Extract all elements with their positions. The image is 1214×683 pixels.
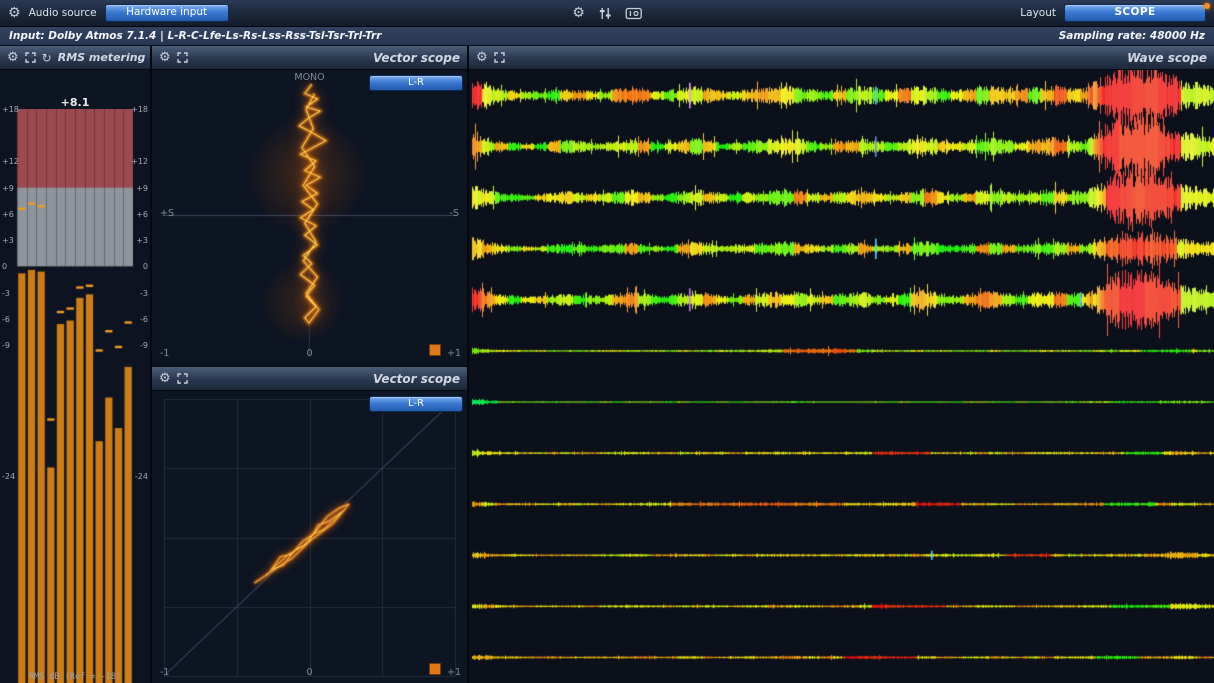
wave-scope-content [469, 70, 1214, 683]
hardware-input-button[interactable]: Hardware input [105, 4, 229, 22]
scale-zero: 0 [306, 667, 312, 678]
audio-source-label: Audio source [29, 7, 97, 19]
rms-scale-label: -6 [140, 315, 148, 324]
wave-scope-canvas [469, 70, 1214, 683]
rms-scale-label: +18 [2, 105, 19, 114]
rms-scale-label: +6 [136, 210, 148, 219]
clip-indicator[interactable] [429, 344, 441, 356]
sliders-icon[interactable] [597, 7, 613, 20]
vector-polar-title: Vector scope [373, 51, 460, 65]
scale-plus-one: +1 [447, 667, 461, 678]
vector-scope-polar-canvas [152, 70, 467, 366]
layout-button[interactable]: Layout [1020, 7, 1056, 19]
reset-icon[interactable]: ↻ [42, 51, 52, 65]
rms-max-value: +8.1 [18, 96, 132, 109]
rms-scale-label: +6 [2, 210, 14, 219]
fullscreen-icon[interactable] [177, 52, 188, 63]
polar-mode-button[interactable]: L-R [369, 75, 463, 91]
scale-zero: 0 [306, 348, 312, 359]
rms-scale-label: +18 [131, 105, 148, 114]
input-config-text: Input: Dolby Atmos 7.1.4 | L-R-C-Lfe-Ls-… [9, 30, 381, 42]
vector-scope-xy-panel: ⚙ Vector scope L-R -1 0 +1 [152, 367, 467, 683]
wave-settings-icon[interactable]: ⚙ [476, 51, 488, 65]
plus-s-label: +S [160, 208, 174, 219]
clip-indicator[interactable] [429, 663, 441, 675]
fullscreen-icon[interactable] [494, 52, 505, 63]
rms-scale-label: +9 [2, 184, 14, 193]
rms-panel-header: ⚙ ↻ RMS metering [0, 46, 150, 70]
rms-scale-label: -3 [2, 289, 10, 298]
rms-scale-label: +9 [136, 184, 148, 193]
rms-scale-label: +12 [131, 157, 148, 166]
wave-scope-header: ⚙ Wave scope [469, 46, 1214, 70]
vector-scope-xy-canvas [152, 391, 467, 683]
rms-scale-label: +3 [136, 236, 148, 245]
audio-source-settings-icon[interactable]: ⚙ [8, 6, 21, 20]
rms-footer-label: RMS dB (Ref = -18) [0, 672, 150, 682]
layout-group: Layout SCOPE [1020, 4, 1206, 22]
rms-panel-title: RMS metering [58, 51, 146, 64]
rms-scale-label: -6 [2, 315, 10, 324]
rms-scale-label: -9 [2, 341, 10, 350]
rms-settings-icon[interactable]: ⚙ [7, 51, 19, 65]
info-bar: Input: Dolby Atmos 7.1.4 | L-R-C-Lfe-Ls-… [0, 27, 1214, 46]
vector-polar-settings-icon[interactable]: ⚙ [159, 51, 171, 65]
mono-axis-label: MONO [294, 72, 324, 83]
audio-source-group: ⚙ Audio source Hardware input [8, 4, 229, 22]
fullscreen-icon[interactable] [25, 52, 36, 63]
top-toolbar: ⚙ Audio source Hardware input ⚙ [0, 0, 1214, 27]
rms-scale-label: -24 [2, 472, 15, 481]
sampling-rate-text: Sampling rate: 48000 Hz [1059, 30, 1205, 42]
rms-scale-label: 0 [2, 262, 7, 271]
scale-minus-one: -1 [160, 667, 169, 678]
rms-scale-label: -3 [140, 289, 148, 298]
scope-button[interactable]: SCOPE [1064, 4, 1206, 22]
scale-plus-one: +1 [447, 348, 461, 359]
app-root: ⚙ Audio source Hardware input ⚙ [0, 0, 1214, 683]
status-dot [1204, 3, 1210, 9]
fullscreen-icon[interactable] [177, 373, 188, 384]
rms-metering-panel: ⚙ ↻ RMS metering +8.1 +18 +18 +12 +12 +9 +9 +6… [0, 46, 150, 683]
rms-meter-canvas [0, 109, 150, 683]
rms-scale-label: +3 [2, 236, 14, 245]
wave-scope-title: Wave scope [1127, 51, 1207, 65]
vector-polar-content: L-R MONO +S -S -1 0 +1 [152, 70, 467, 366]
minus-s-label: -S [450, 208, 459, 219]
wave-scope-panel: ⚙ Wave scope [469, 46, 1214, 683]
scale-minus-one: -1 [160, 348, 169, 359]
vector-xy-settings-icon[interactable]: ⚙ [159, 372, 171, 386]
rms-scale-label: -24 [135, 472, 148, 481]
vector-xy-content: L-R -1 0 +1 [152, 391, 467, 683]
rms-scale-label: 0 [143, 262, 148, 271]
rms-scale-label: -9 [140, 341, 148, 350]
rms-meter-area: +8.1 +18 +18 +12 +12 +9 +9 +6 +6 +3 +3 0 0 -3 -3 -6 -6 -… [0, 70, 150, 683]
vector-scope-polar-panel: ⚙ Vector scope L-R MONO +S -S -1 0 +1 [152, 46, 467, 366]
rms-scale-label: +12 [2, 157, 19, 166]
io-monitor-icon[interactable] [625, 7, 642, 20]
vector-polar-header: ⚙ Vector scope [152, 46, 467, 70]
center-tool-icons: ⚙ [572, 6, 642, 20]
vector-xy-header: ⚙ Vector scope [152, 367, 467, 391]
settings-icon[interactable]: ⚙ [572, 6, 585, 20]
xy-mode-button[interactable]: L-R [369, 396, 463, 412]
vector-xy-title: Vector scope [373, 372, 460, 386]
